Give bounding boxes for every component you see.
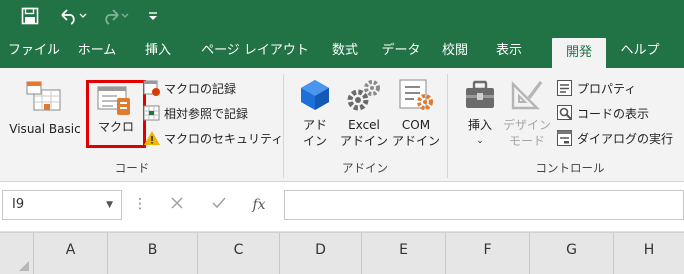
tab-data[interactable]: データ [380,34,422,68]
addin-group-label: アドイン [342,161,388,175]
addins-label-line1: アド [302,118,327,132]
view-code-icon [556,104,574,122]
formula-input[interactable] [284,190,684,220]
column-header-g[interactable]: G [530,233,614,274]
chevron-down-icon[interactable]: ▼ [106,191,113,219]
run-dialog-label: ダイアログの実行 [577,131,674,146]
properties-label: プロパティ [577,81,637,96]
relative-reference-icon [143,104,161,122]
design-mode-label-line1: デザイン [502,118,551,132]
tab-developer[interactable]: 開発 [552,38,606,68]
group-separator [283,74,284,178]
tab-file[interactable]: ファイル [8,34,60,68]
redo-button[interactable] [98,4,132,28]
properties-icon [556,79,574,97]
design-mode-label-line2: モード [508,134,545,148]
relative-reference-label: 相対参照で記録 [164,106,249,121]
tab-view[interactable]: 表示 [490,34,528,68]
save-icon [21,7,39,25]
com-addins-label-line2: アドイン [392,134,441,148]
relative-reference-button[interactable]: 相対参照で記録 [143,102,248,124]
column-header-a[interactable]: A [34,233,108,274]
view-code-label: コードの表示 [577,106,650,121]
excel-addins-label-line2: アドイン [340,134,389,148]
column-header-c[interactable]: C [198,233,280,274]
com-addins-icon [399,79,433,110]
save-button[interactable] [18,4,42,28]
name-box-value: I9 [12,197,25,212]
customize-quick-access-button[interactable] [144,4,162,28]
ribbon: Visual Basic マクロ マクロの記録 相対参照で記録 マクロのセキュリ… [0,68,684,182]
column-header-h[interactable]: H [614,233,684,274]
visual-basic-label: Visual Basic [9,122,81,136]
warning-icon [143,129,161,147]
tab-help[interactable]: ヘルプ [614,34,666,68]
design-mode-icon [511,81,543,110]
addins-icon [301,80,329,110]
insert-function-button[interactable]: fx [246,192,272,218]
insert-control-button[interactable]: 挿入 ⌄ [458,76,502,156]
cancel-button[interactable] [164,192,190,218]
drag-handle-icon[interactable]: ⋮ [133,196,147,212]
view-code-button[interactable]: コードの表示 [556,102,649,124]
undo-button[interactable] [56,4,90,28]
com-addins-label-line1: COM [401,118,431,132]
visual-basic-button[interactable]: Visual Basic [4,74,86,140]
addins-label-line2: イン [302,134,327,148]
title-bar [0,0,684,34]
macro-highlight-box [86,80,146,148]
insert-control-label: 挿入 [467,118,492,132]
record-macro-label: マクロの記録 [164,81,237,96]
toolbox-icon [466,80,494,108]
column-header-e[interactable]: E [362,233,446,274]
name-box[interactable]: I9 ▼ [2,190,122,220]
enter-button[interactable] [206,192,232,218]
formula-bar: I9 ▼ ⋮ fx [0,182,684,232]
record-macro-button[interactable]: マクロの記録 [143,77,236,99]
tab-home[interactable]: ホーム [74,34,120,68]
tab-insert[interactable]: 挿入 [138,34,178,68]
macro-security-label: マクロのセキュリティ [164,131,284,146]
macro-security-button[interactable]: マクロのセキュリティ [143,127,283,149]
enter-icon [212,197,226,209]
run-dialog-icon [556,129,574,147]
properties-button[interactable]: プロパティ [556,77,636,99]
select-all-icon [19,261,29,271]
visual-basic-icon [26,81,61,111]
tab-page-layout[interactable]: ページ レイアウト [196,34,314,68]
column-header-row: A B C D E F G H [0,232,684,274]
record-macro-icon [143,79,161,97]
design-mode-button[interactable]: デザイン モード [502,76,552,156]
chevron-down-icon: ⌄ [476,136,484,146]
excel-addins-label-line1: Excel [348,118,380,132]
ribbon-tab-bar: ファイル ホーム 挿入 ページ レイアウト 数式 データ 校閲 表示 開発 ヘル… [0,34,684,68]
control-group-label: コントロール [535,161,605,175]
tab-formulas[interactable]: 数式 [324,34,366,68]
addins-button[interactable]: アド イン [296,76,334,154]
tab-review[interactable]: 校閲 [438,34,472,68]
select-all-button[interactable] [0,233,34,274]
cancel-icon [171,197,183,209]
redo-icon [105,9,129,25]
run-dialog-button[interactable]: ダイアログの実行 [556,127,673,149]
code-group-label: コード [114,161,150,175]
gear-icon [347,80,380,111]
column-header-d[interactable]: D [280,233,362,274]
excel-addins-button[interactable]: Excel アドイン [340,76,388,154]
undo-icon [61,9,87,25]
column-header-b[interactable]: B [108,233,198,274]
customize-quick-access-icon [149,12,157,20]
column-header-f[interactable]: F [446,233,530,274]
group-separator [447,74,448,178]
com-addins-button[interactable]: COM アドイン [392,76,440,154]
